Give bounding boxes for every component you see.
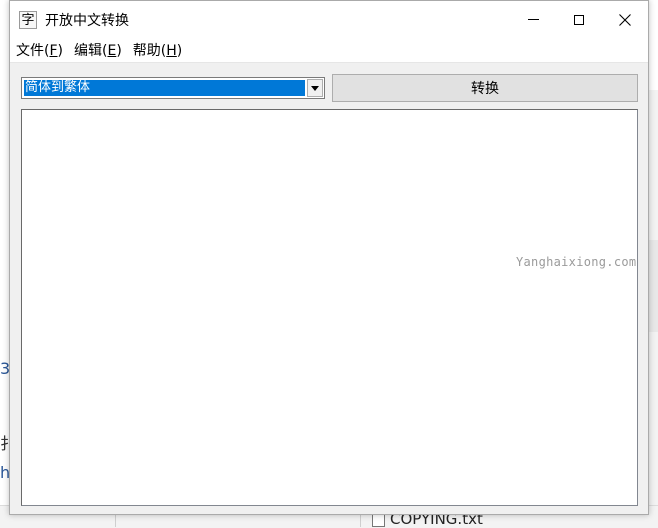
- maximize-icon: [574, 14, 584, 25]
- window-controls: [510, 1, 648, 38]
- text-editor[interactable]: [21, 109, 638, 506]
- chevron-down-icon: [311, 85, 319, 91]
- close-button[interactable]: [602, 1, 648, 38]
- minimize-icon: [527, 19, 539, 20]
- conversion-mode-select[interactable]: 简体到繁体: [21, 77, 325, 99]
- close-icon: [619, 13, 631, 26]
- menu-help[interactable]: 帮助(H): [128, 40, 188, 60]
- app-icon: 字: [19, 10, 37, 29]
- menu-file[interactable]: 文件(F): [11, 40, 69, 60]
- conversion-mode-value: 简体到繁体: [24, 80, 305, 96]
- maximize-button[interactable]: [556, 1, 602, 38]
- watermark: Yanghaixiong.com: [516, 255, 637, 269]
- minimize-button[interactable]: [510, 1, 556, 38]
- title-bar[interactable]: 字 开放中文转换: [10, 1, 648, 38]
- main-content: 简体到繁体 转换: [10, 63, 648, 514]
- window-title: 开放中文转换: [45, 12, 129, 29]
- convert-button[interactable]: 转换: [332, 74, 638, 102]
- dropdown-button[interactable]: [307, 79, 323, 97]
- menu-bar: 文件(F) 编辑(E) 帮助(H): [10, 38, 648, 63]
- menu-edit[interactable]: 编辑(E): [69, 40, 128, 60]
